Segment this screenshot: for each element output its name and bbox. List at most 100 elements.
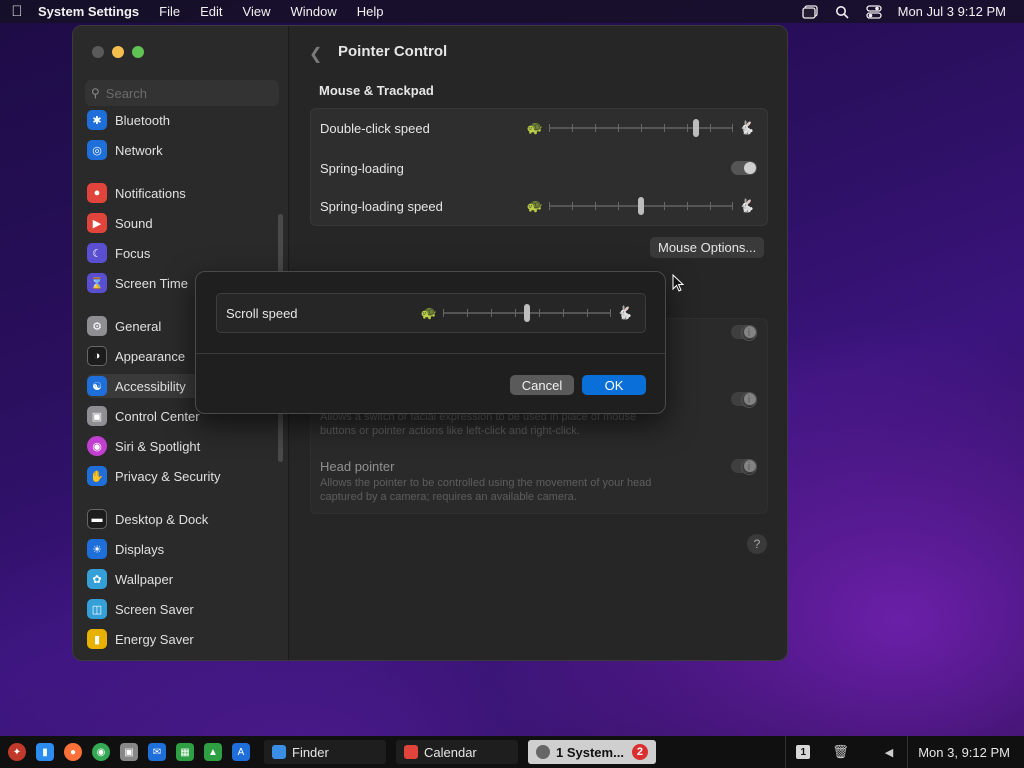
app-store-icon[interactable]: A [232, 743, 250, 761]
hare-icon: 🐇 [616, 305, 634, 320]
ok-button[interactable]: OK [582, 375, 646, 395]
firefox-icon[interactable]: ● [64, 743, 82, 761]
taskbar: ✦ ▮ ● ◉ ▣ ✉ ▦ ▲ A Finder Calendar 1 Syst… [0, 736, 1024, 768]
sidebar-item-label: Desktop & Dock [115, 511, 209, 527]
volume-icon[interactable]: ◀ [885, 746, 893, 759]
section-title: Mouse & Trackpad [319, 83, 434, 98]
task-system-settings[interactable]: 1 System... 2 [528, 740, 656, 764]
sidebar-item-label: General [115, 318, 162, 334]
info-icon[interactable]: i [741, 392, 757, 408]
menu-help[interactable]: Help [347, 4, 394, 19]
task-calendar[interactable]: Calendar [396, 740, 518, 764]
spring-loading-label: Spring-loading [320, 160, 404, 176]
sidebar-item-label: Focus [115, 245, 151, 261]
help-button[interactable]: ? [747, 534, 767, 554]
sidebar-item-label: Accessibility [115, 378, 186, 394]
alternate-pointer-description: Allows a switch or facial expression to … [320, 411, 637, 437]
image-viewer-icon[interactable]: ▣ [120, 743, 138, 761]
sidebar-item-label: Bluetooth [115, 112, 170, 128]
cancel-button[interactable]: Cancel [510, 375, 574, 395]
sidebar-item-displays[interactable]: ☀ Displays [87, 537, 277, 561]
slider-track [443, 304, 611, 322]
sidebar-item-label: Appearance [115, 348, 186, 364]
sidebar-item-screen-saver[interactable]: ◫ Screen Saver [87, 597, 277, 621]
spring-loading-speed-slider[interactable]: 🐢 🐇 [525, 197, 757, 215]
battery-icon: ▮ [87, 629, 107, 649]
menubar-clock[interactable]: Mon Jul 3 9:12 PM [898, 4, 1006, 19]
sidebar-item-bluetooth[interactable]: ✱ Bluetooth [87, 108, 277, 132]
double-click-speed-slider[interactable]: 🐢 🐇 [525, 119, 757, 137]
spring-loading-speed-row: Spring-loading speed 🐢 🐇 [311, 187, 767, 225]
file-manager-icon[interactable]: ▮ [36, 743, 54, 761]
screensaver-icon: ◫ [87, 599, 107, 619]
sidebar-item-privacy-security[interactable]: ✋ Privacy & Security [87, 464, 277, 488]
hand-icon: ✋ [87, 466, 107, 486]
sidebar-item-label: Siri & Spotlight [115, 438, 201, 454]
settings-gear-icon [536, 745, 550, 759]
mouse-cursor-icon [672, 274, 684, 292]
info-icon[interactable]: i [741, 459, 757, 475]
mouse-trackpad-group: Double-click speed 🐢 🐇 Spring-loading Sp… [310, 108, 768, 226]
menu-bar:  System Settings File Edit View Window … [0, 0, 1024, 23]
notification-badge: 2 [631, 744, 648, 760]
sidebar-item-label: Displays [115, 541, 165, 557]
sidebar-item-label: Screen Saver [115, 601, 194, 617]
accessibility-icon: ☯ [87, 376, 107, 396]
sidebar-item-label: Energy Saver [115, 631, 194, 647]
sidebar-item-network[interactable]: ◎ Network [87, 138, 277, 162]
mail-icon[interactable]: ✉ [148, 743, 166, 761]
slider-knob[interactable] [693, 119, 700, 137]
chrome-icon[interactable]: ◉ [92, 743, 110, 761]
app-menu[interactable]: System Settings [34, 4, 149, 19]
task-finder[interactable]: Finder [264, 740, 386, 764]
sidebar-item-label: Notifications [115, 185, 186, 201]
scroll-speed-dialog: Scroll speed 🐢 🐇 Cancel OK [195, 271, 666, 414]
spreadsheet-icon[interactable]: ▦ [176, 743, 194, 761]
sidebar-item-label: Privacy & Security [115, 468, 221, 484]
siri-icon: ◉ [87, 436, 107, 456]
sidebar-item-sound[interactable]: ▶ Sound [87, 211, 277, 235]
spring-loading-toggle[interactable] [731, 161, 757, 175]
sidebar-item-focus[interactable]: ☾ Focus [87, 241, 277, 265]
control-center-icon[interactable] [865, 4, 882, 19]
task-label: Finder [292, 744, 329, 760]
task-label: Calendar [424, 744, 477, 760]
messages-icon[interactable]: ▲ [204, 743, 222, 761]
menu-file[interactable]: File [149, 4, 190, 19]
zoom-window-button[interactable] [132, 46, 144, 58]
close-window-button[interactable] [92, 46, 104, 58]
menu-edit[interactable]: Edit [190, 4, 232, 19]
sidebar-item-label: Sound [115, 215, 153, 231]
sidebar-item-notifications[interactable]: ● Notifications [87, 181, 277, 205]
taskbar-clock[interactable]: Mon 3, 9:12 PM [908, 745, 1024, 760]
info-icon[interactable]: i [741, 325, 757, 341]
sidebar-item-energy-saver[interactable]: ▮ Energy Saver [87, 627, 277, 651]
back-chevron-icon[interactable]: ❮ [309, 44, 322, 64]
workspace-indicator[interactable]: 1 [796, 745, 811, 759]
menu-view[interactable]: View [233, 4, 281, 19]
spring-loading-row: Spring-loading [311, 149, 767, 187]
sidebar-item-label: Network [115, 142, 163, 158]
hare-icon: 🐇 [738, 120, 756, 135]
minimize-window-button[interactable] [112, 46, 124, 58]
slider-knob[interactable] [524, 304, 530, 322]
slider-knob[interactable] [638, 197, 644, 215]
trash-icon[interactable]: 🗑 [832, 744, 849, 760]
turtle-icon: 🐢 [420, 305, 438, 320]
sidebar-item-wallpaper[interactable]: ✿ Wallpaper [87, 567, 277, 591]
scroll-speed-slider[interactable]: 🐢 🐇 [419, 304, 635, 322]
mouse-options-button[interactable]: Mouse Options... [650, 237, 765, 258]
turtle-icon: 🐢 [526, 120, 544, 135]
spotlight-search-icon[interactable] [834, 5, 850, 19]
start-menu-icon[interactable]: ✦ [8, 743, 26, 761]
apple-menu-icon[interactable]:  [0, 3, 34, 20]
head-pointer-description: Allows the pointer to be controlled usin… [320, 477, 652, 503]
head-pointer-label: Head pointer [320, 459, 395, 474]
stage-manager-icon[interactable] [801, 4, 818, 19]
finder-icon [272, 745, 286, 759]
sidebar-item-siri-spotlight[interactable]: ◉ Siri & Spotlight [87, 434, 277, 458]
search-input[interactable]: ⚲ Search [85, 80, 279, 106]
menu-window[interactable]: Window [280, 4, 346, 19]
speaker-icon: ▶ [87, 213, 107, 233]
sidebar-item-desktop-dock[interactable]: ▬ Desktop & Dock [87, 507, 277, 531]
